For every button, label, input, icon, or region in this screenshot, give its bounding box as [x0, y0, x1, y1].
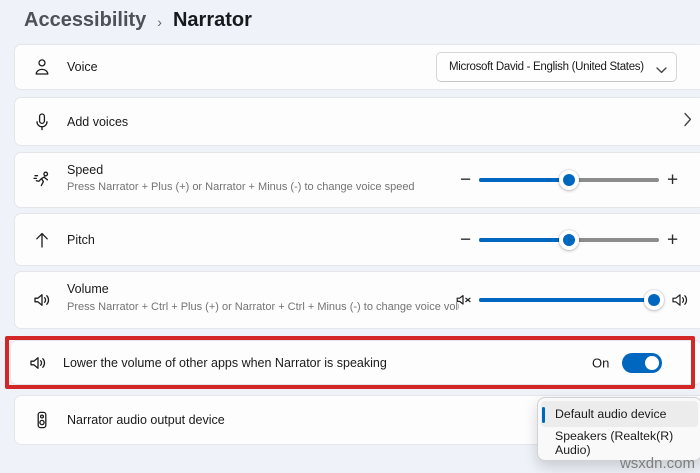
- lower-volume-toggle[interactable]: [622, 352, 662, 373]
- audio-device-menu: Default audio device Speakers (Realtek(R…: [537, 397, 700, 461]
- speaker-box-icon: [32, 410, 52, 430]
- menu-item-label: Default audio device: [555, 407, 667, 421]
- add-voices-label: Add voices: [67, 114, 129, 129]
- audio-output-label: Narrator audio output device: [67, 413, 225, 427]
- speed-decrease-button[interactable]: −: [460, 171, 471, 190]
- watermark: wsxdn.com: [619, 455, 695, 472]
- pitch-label: Pitch: [67, 232, 95, 247]
- selection-indicator-bar: [542, 407, 545, 423]
- speed-slider[interactable]: [479, 170, 659, 190]
- voice-dropdown[interactable]: Microsoft David - English (United States…: [436, 52, 677, 82]
- speaker-icon: [670, 290, 690, 310]
- menu-item-speakers-realtek[interactable]: Speakers (Realtek(R) Audio): [541, 429, 698, 457]
- toggle-knob: [645, 355, 659, 370]
- speed-description: Press Narrator + Plus (+) or Narrator + …: [67, 181, 415, 193]
- setting-row-speed: Speed Press Narrator + Plus (+) or Narra…: [14, 152, 700, 208]
- breadcrumb-separator-icon: ›: [157, 13, 162, 30]
- speed-increase-button[interactable]: +: [667, 171, 678, 190]
- arrow-up-icon: [32, 230, 52, 250]
- volume-slider-thumb[interactable]: [643, 290, 664, 310]
- chevron-down-icon: [656, 65, 667, 77]
- microphone-icon: [32, 112, 52, 132]
- running-person-icon: [32, 170, 52, 190]
- volume-slider[interactable]: [479, 290, 664, 310]
- breadcrumb-parent[interactable]: Accessibility: [24, 9, 146, 32]
- menu-item-label: Speakers (Realtek(R) Audio): [555, 429, 674, 457]
- speed-label: Speed: [67, 163, 104, 177]
- speed-slider-fill: [479, 178, 569, 182]
- person-icon: [32, 57, 52, 77]
- pitch-slider-fill: [479, 237, 569, 242]
- setting-row-voice: Voice Microsoft David - English (United …: [14, 44, 700, 90]
- pitch-increase-button[interactable]: +: [667, 230, 678, 249]
- speaker-icon: [28, 353, 48, 373]
- speaker-icon: [32, 290, 52, 310]
- pitch-slider[interactable]: [479, 229, 659, 250]
- speed-slider-thumb[interactable]: [559, 170, 579, 190]
- setting-row-pitch: Pitch − +: [14, 213, 700, 266]
- pitch-decrease-button[interactable]: −: [460, 230, 471, 249]
- lower-volume-label: Lower the volume of other apps when Narr…: [63, 355, 387, 370]
- setting-row-lower-volume: Lower the volume of other apps when Narr…: [10, 340, 700, 385]
- breadcrumb: Accessibility › Narrator: [24, 9, 252, 32]
- voice-dropdown-value: Microsoft David - English (United States…: [449, 61, 644, 73]
- chevron-right-icon: [684, 112, 692, 131]
- setting-row-volume: Volume Press Narrator + Ctrl + Plus (+) …: [14, 271, 700, 329]
- menu-item-default-audio-device[interactable]: Default audio device: [541, 401, 698, 427]
- volume-label: Volume: [67, 282, 109, 296]
- speaker-mute-icon: [455, 291, 473, 309]
- voice-label: Voice: [67, 60, 98, 74]
- pitch-slider-thumb[interactable]: [559, 229, 579, 250]
- toggle-state-label: On: [592, 355, 610, 370]
- volume-slider-fill: [479, 298, 654, 302]
- page-title: Narrator: [172, 9, 252, 31]
- volume-description: Press Narrator + Ctrl + Plus (+) or Narr…: [67, 301, 459, 313]
- setting-row-add-voices[interactable]: Add voices: [14, 97, 700, 146]
